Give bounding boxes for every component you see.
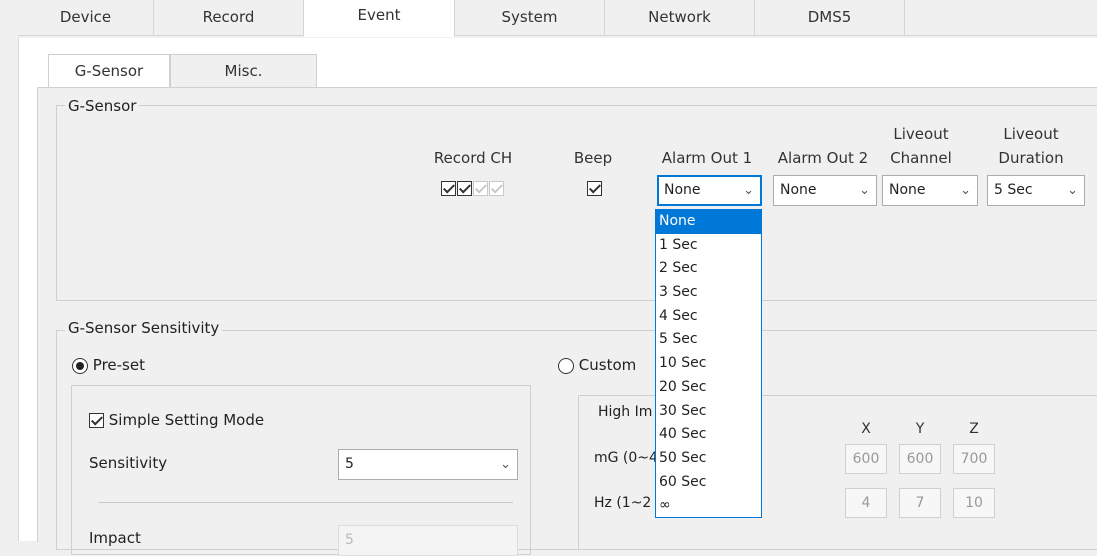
tab-event[interactable]: Event xyxy=(304,0,455,37)
simple-setting-checkbox[interactable] xyxy=(89,413,104,428)
tab-network[interactable]: Network xyxy=(605,0,755,36)
liveout-channel-value: None xyxy=(889,182,926,198)
tab-dms5[interactable]: DMS5 xyxy=(755,0,905,36)
alarm-out-2-value: None xyxy=(780,182,817,198)
dropdown-option[interactable]: ∞ xyxy=(656,494,761,518)
dropdown-option[interactable]: 1 Sec xyxy=(656,234,761,258)
record-ch-checkboxes xyxy=(441,179,504,197)
tab-device[interactable]: Device xyxy=(18,0,154,36)
beep-label: Beep xyxy=(573,149,613,167)
liveout-duration-select[interactable]: 5 Sec ⌄ xyxy=(987,175,1085,206)
sensitivity-select[interactable]: 5 ⌄ xyxy=(338,449,518,480)
dropdown-option[interactable]: 20 Sec xyxy=(656,376,761,400)
hz-label: Hz (1~2 xyxy=(594,495,652,511)
dropdown-option[interactable]: 3 Sec xyxy=(656,281,761,305)
impact-value: 5 xyxy=(345,532,354,548)
liveout-channel-label-2: Channel xyxy=(890,149,952,167)
axis-y-label: Y xyxy=(915,421,925,437)
liveout-duration-label-2: Duration xyxy=(998,149,1064,167)
sensitivity-group-title: G-Sensor Sensitivity xyxy=(65,319,223,337)
chevron-down-icon: ⌄ xyxy=(859,183,870,198)
record-ch-label: Record CH xyxy=(433,149,513,167)
mg-y-input[interactable]: 600 xyxy=(899,444,941,474)
dropdown-option[interactable]: 60 Sec xyxy=(656,471,761,495)
preset-radio-row[interactable]: Pre-set xyxy=(72,356,145,374)
dropdown-option[interactable]: 4 Sec xyxy=(656,305,761,329)
dropdown-option[interactable]: 50 Sec xyxy=(656,447,761,471)
hz-z-input[interactable]: 10 xyxy=(953,488,995,518)
dropdown-option[interactable]: 2 Sec xyxy=(656,257,761,281)
subtab-misc[interactable]: Misc. xyxy=(170,54,317,88)
event-panel: G-Sensor Misc. G-Sensor Record CH Beep A… xyxy=(18,38,1097,556)
record-ch-2-checkbox[interactable] xyxy=(457,181,472,196)
dropdown-option[interactable]: 5 Sec xyxy=(656,328,761,352)
liveout-duration-value: 5 Sec xyxy=(994,182,1033,198)
hz-y-input[interactable]: 7 xyxy=(899,488,941,518)
mg-x-input[interactable]: 600 xyxy=(845,444,887,474)
chevron-down-icon: ⌄ xyxy=(1067,183,1078,198)
liveout-duration-label-1: Liveout xyxy=(1003,125,1059,143)
record-ch-1-checkbox[interactable] xyxy=(441,181,456,196)
record-ch-4-checkbox[interactable] xyxy=(489,181,504,196)
dropdown-option[interactable]: 40 Sec xyxy=(656,423,761,447)
divider xyxy=(98,502,513,503)
preset-radio[interactable] xyxy=(72,357,88,374)
mg-label: mG (0~4 xyxy=(594,450,658,466)
dropdown-option[interactable]: None xyxy=(656,210,761,234)
custom-radio-row[interactable]: Custom xyxy=(558,356,636,374)
tab-strip-filler xyxy=(905,0,1097,36)
high-impact-title: High Im xyxy=(598,404,653,420)
axis-x-label: X xyxy=(861,421,871,437)
hz-x-input[interactable]: 4 xyxy=(845,488,887,518)
alarm-out-2-label: Alarm Out 2 xyxy=(777,149,869,167)
gsensor-subpanel: G-Sensor Record CH Beep Alarm Out 1 Alar… xyxy=(37,87,1097,556)
beep-checkbox-wrap xyxy=(587,179,602,197)
alarm-out-1-select[interactable]: None ⌄ xyxy=(657,175,762,206)
alarm-out-1-dropdown-list: None 1 Sec 2 Sec 3 Sec 4 Sec 5 Sec 10 Se… xyxy=(655,209,762,518)
custom-radio[interactable] xyxy=(558,357,574,374)
axis-z-label: Z xyxy=(969,421,979,437)
dropdown-option[interactable]: 30 Sec xyxy=(656,400,761,424)
simple-setting-label: Simple Setting Mode xyxy=(108,411,265,429)
chevron-down-icon: ⌄ xyxy=(743,183,754,198)
liveout-channel-select[interactable]: None ⌄ xyxy=(882,175,978,206)
chevron-down-icon: ⌄ xyxy=(500,457,511,472)
alarm-out-1-label: Alarm Out 1 xyxy=(661,149,753,167)
preset-label: Pre-set xyxy=(92,356,145,374)
subtab-gsensor[interactable]: G-Sensor xyxy=(48,54,170,89)
mg-z-input[interactable]: 700 xyxy=(953,444,995,474)
alarm-out-2-select[interactable]: None ⌄ xyxy=(773,175,877,206)
custom-label: Custom xyxy=(578,356,637,374)
tab-record[interactable]: Record xyxy=(154,0,304,36)
beep-checkbox[interactable] xyxy=(587,181,602,196)
simple-setting-row[interactable]: Simple Setting Mode xyxy=(89,411,264,429)
record-ch-3-checkbox[interactable] xyxy=(473,181,488,196)
impact-label: Impact xyxy=(89,529,141,547)
liveout-channel-label-1: Liveout xyxy=(893,125,949,143)
alarm-out-1-value: None xyxy=(664,182,701,198)
chevron-down-icon: ⌄ xyxy=(960,183,971,198)
sensitivity-label: Sensitivity xyxy=(89,454,168,472)
sensitivity-value: 5 xyxy=(345,456,354,472)
dropdown-option[interactable]: 10 Sec xyxy=(656,352,761,376)
tab-system[interactable]: System xyxy=(455,0,605,36)
gsensor-group-title: G-Sensor xyxy=(65,97,140,115)
